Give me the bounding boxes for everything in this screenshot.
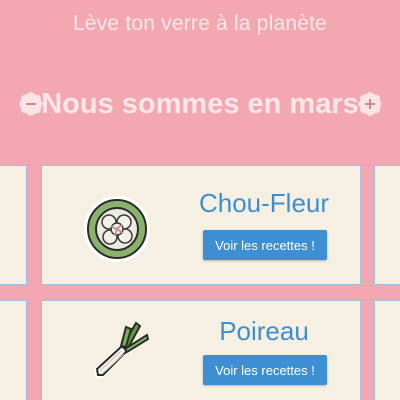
month-title: Nous sommes en mars (41, 88, 359, 120)
tagline: Lève ton verre à la planète (72, 12, 328, 35)
previous-vegetable-card[interactable] (0, 300, 27, 400)
cauliflower-icon (84, 196, 150, 262)
vegetable-name: Poireau (219, 316, 309, 346)
vegetable-card-cauliflower: Chou-Fleur Voir les recettes ! (41, 165, 361, 285)
vegetable-card-leek: Poireau Voir les recettes ! (41, 300, 361, 400)
next-vegetable-card[interactable] (374, 165, 400, 285)
view-recipes-button[interactable]: Voir les recettes ! (203, 355, 327, 385)
previous-month-button[interactable] (18, 91, 44, 117)
leek-icon (94, 321, 150, 379)
month-navigation: Nous sommes en mars (0, 86, 400, 122)
next-vegetable-card[interactable] (374, 300, 400, 400)
minus-circle-icon (19, 92, 43, 116)
vegetable-name: Chou-Fleur (198, 188, 330, 218)
page: Lève ton verre à la planète Nous sommes … (0, 0, 400, 400)
next-month-button[interactable] (357, 91, 383, 117)
view-recipes-button[interactable]: Voir les recettes ! (203, 230, 327, 260)
plus-circle-icon (358, 92, 382, 116)
previous-vegetable-card[interactable] (0, 165, 27, 285)
